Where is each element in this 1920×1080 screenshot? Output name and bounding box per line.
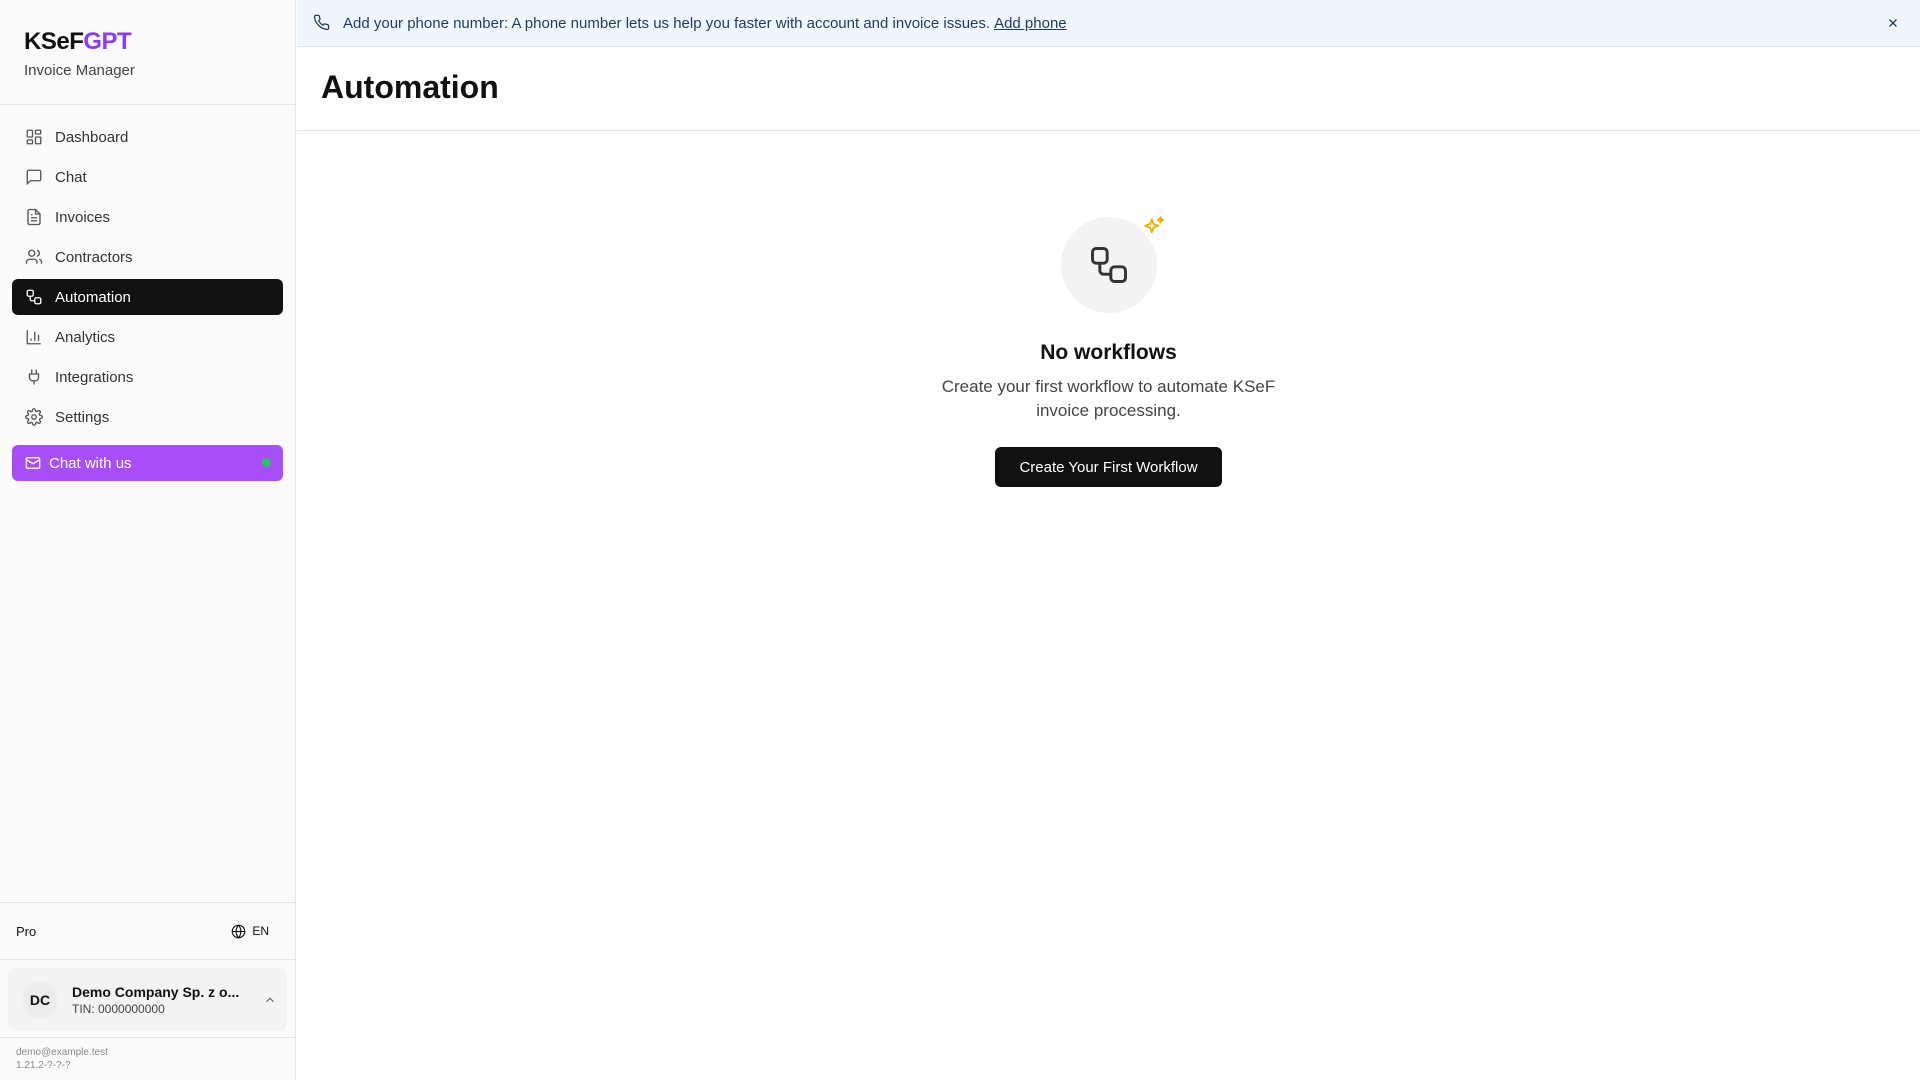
logo-text-gpt: GPT: [83, 28, 132, 55]
company-info: Demo Company Sp. z o... TIN: 0000000000: [72, 984, 263, 1016]
empty-state: No workflows Create your first workflow …: [297, 215, 1920, 487]
workflow-icon: [24, 287, 44, 307]
sidebar-item-dashboard[interactable]: Dashboard: [12, 119, 283, 155]
empty-state-title: No workflows: [1040, 341, 1177, 364]
sidebar-item-contractors[interactable]: Contractors: [12, 239, 283, 275]
brand-subtitle: Invoice Manager: [24, 62, 135, 79]
close-icon[interactable]: [1884, 14, 1902, 32]
sidebar: KSeFGPT Invoice Manager Dashboard Chat I…: [0, 0, 296, 1080]
chat-icon: [24, 167, 44, 187]
add-phone-link[interactable]: Add phone: [994, 15, 1067, 32]
sidebar-item-label: Chat: [55, 168, 87, 186]
app-version: 1.21.2-?-?-?: [16, 1060, 71, 1071]
logo[interactable]: KSeFGPT: [24, 28, 295, 56]
sidebar-item-label: Invoices: [55, 208, 111, 226]
banner-text: Add your phone number: A phone number le…: [343, 14, 991, 32]
phone-icon: [313, 14, 331, 32]
sidebar-item-chat[interactable]: Chat: [12, 159, 283, 195]
language-label: EN: [252, 924, 269, 938]
brand: KSeFGPT Invoice Manager: [0, 0, 295, 105]
sidebar-item-label: Automation: [55, 288, 131, 306]
empty-state-description: Create your first workflow to automate K…: [941, 377, 1276, 420]
sidebar-item-automation[interactable]: Automation: [12, 279, 283, 315]
sidebar-item-invoices[interactable]: Invoices: [12, 199, 283, 235]
mail-icon: [24, 454, 42, 472]
sidebar-item-settings[interactable]: Settings: [12, 399, 283, 435]
user-email: demo@example.test: [16, 1047, 108, 1058]
sidebar-item-label: Settings: [55, 408, 110, 426]
plug-icon: [24, 367, 44, 387]
workflow-icon: [1087, 243, 1131, 287]
users-icon: [24, 247, 44, 267]
phone-banner: Add your phone number: A phone number le…: [297, 0, 1920, 47]
company-tin: TIN: 0000000000: [72, 1001, 165, 1016]
plan-row: Pro EN: [0, 902, 295, 960]
dashboard-icon: [24, 127, 44, 147]
sparkles-icon: [1141, 215, 1167, 241]
sidebar-item-label: Integrations: [55, 368, 134, 386]
company-switcher-button[interactable]: DC Demo Company Sp. z o... TIN: 00000000…: [8, 968, 287, 1031]
bar-chart-icon: [24, 327, 44, 347]
sidebar-item-integrations[interactable]: Integrations: [12, 359, 283, 395]
plan-badge: Pro: [16, 923, 37, 939]
logo-text-ksef: KSeF: [24, 28, 84, 55]
invoice-icon: [24, 207, 44, 227]
sidebar-footer: demo@example.test 1.21.2-?-?-?: [0, 1038, 295, 1080]
sidebar-item-label: Contractors: [55, 248, 133, 266]
chat-with-us-label: Chat with us: [49, 454, 132, 472]
language-switcher[interactable]: EN: [231, 923, 269, 939]
sidebar-item-analytics[interactable]: Analytics: [12, 319, 283, 355]
page-title: Automation: [321, 69, 499, 105]
chat-with-us-button[interactable]: Chat with us: [12, 445, 283, 481]
company-name: Demo Company Sp. z o...: [72, 983, 240, 1000]
company-switcher: DC Demo Company Sp. z o... TIN: 00000000…: [0, 960, 295, 1038]
chevron-up-icon: [263, 993, 277, 1007]
sidebar-item-label: Analytics: [55, 328, 116, 346]
gear-icon: [24, 407, 44, 427]
online-status-dot: [262, 458, 271, 467]
page-header: Automation: [297, 47, 1920, 131]
avatar: DC: [22, 981, 58, 1018]
sidebar-nav: Dashboard Chat Invoices Contractors Auto…: [0, 105, 295, 439]
main-content: Add your phone number: A phone number le…: [297, 0, 1920, 1080]
empty-state-visual: [1059, 215, 1164, 315]
sidebar-item-label: Dashboard: [55, 128, 129, 146]
create-first-workflow-button[interactable]: Create Your First Workflow: [995, 447, 1222, 487]
globe-icon: [231, 923, 246, 939]
